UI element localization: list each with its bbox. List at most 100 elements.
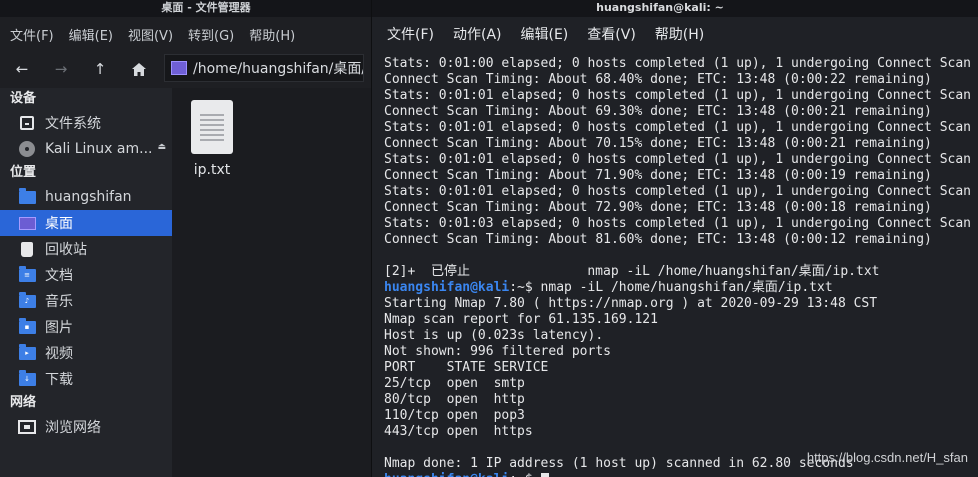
sidebar-item-downloads[interactable]: ↓ 下载 bbox=[0, 366, 172, 392]
music-folder-icon: ♪ bbox=[18, 291, 36, 309]
menu-view[interactable]: 查看(V) bbox=[587, 24, 636, 44]
menu-go[interactable]: 转到(G) bbox=[188, 25, 234, 44]
file-manager-window: 桌面 - 文件管理器 文件(F) 编辑(E) 视图(V) 转到(G) 帮助(H)… bbox=[0, 0, 372, 477]
terminal-line: Stats: 0:01:01 elapsed; 0 hosts complete… bbox=[384, 184, 971, 199]
sidebar-item-label: Kali Linux am... bbox=[45, 141, 153, 157]
sidebar-header-devices: 设备 bbox=[10, 91, 37, 106]
menu-file[interactable]: 文件(F) bbox=[387, 24, 434, 44]
sidebar-item-desktop[interactable]: 桌面 bbox=[0, 210, 172, 236]
sidebar-item-label: 下载 bbox=[45, 372, 73, 388]
terminal-menubar: 文件(F) 动作(A) 编辑(E) 查看(V) 帮助(H) bbox=[372, 17, 978, 51]
downloads-folder-icon: ↓ bbox=[18, 369, 36, 387]
eject-icon[interactable]: ⏏ bbox=[157, 142, 166, 152]
terminal-prompt-line: huangshifan@kali:~$ nmap -iL /home/huang… bbox=[384, 280, 978, 296]
file-manager-menubar: 文件(F) 编辑(E) 视图(V) 转到(G) 帮助(H) bbox=[0, 17, 372, 51]
prompt-user: huangshifan@kali bbox=[384, 472, 509, 477]
sidebar-item-label: 音乐 bbox=[45, 294, 73, 310]
terminal-prompt-line: huangshifan@kali:~$ bbox=[384, 472, 978, 477]
sidebar-item-music[interactable]: ♪ 音乐 bbox=[0, 288, 172, 314]
terminal-line: 25/tcp open smtp bbox=[384, 376, 525, 391]
terminal-line: [2]+ 已停止 nmap -iL /home/huangshifan/桌面/i… bbox=[384, 264, 880, 279]
sidebar-item-label: huangshifan bbox=[45, 189, 132, 205]
terminal-cursor bbox=[540, 472, 549, 477]
documents-folder-icon: ≡ bbox=[18, 265, 36, 283]
menu-view[interactable]: 视图(V) bbox=[128, 25, 173, 44]
sidebar-item-label: 文档 bbox=[45, 268, 73, 284]
sidebar-item-label: 图片 bbox=[45, 320, 73, 336]
sidebar-item-browse-network[interactable]: 浏览网络 bbox=[0, 414, 172, 440]
sidebar-item-pictures[interactable]: ▪ 图片 bbox=[0, 314, 172, 340]
text-file-icon bbox=[191, 100, 233, 154]
home-icon bbox=[132, 62, 146, 76]
prompt-user: huangshifan@kali bbox=[384, 280, 510, 295]
menu-help[interactable]: 帮助(H) bbox=[655, 24, 704, 44]
prompt-path: :~$ bbox=[509, 280, 533, 295]
sidebar-item-home[interactable]: huangshifan bbox=[0, 184, 172, 210]
terminal-line: 110/tcp open pop3 bbox=[384, 408, 525, 423]
terminal-line: Connect Scan Timing: About 71.90% done; … bbox=[384, 168, 932, 183]
disc-icon bbox=[18, 141, 36, 157]
terminal-titlebar[interactable]: huangshifan@kali: ~ bbox=[372, 0, 978, 17]
terminal-line: Nmap scan report for 61.135.169.121 bbox=[384, 312, 658, 327]
desktop-folder-icon bbox=[171, 61, 187, 75]
videos-folder-icon: ▸ bbox=[18, 343, 36, 361]
menu-edit[interactable]: 编辑(E) bbox=[521, 24, 569, 44]
terminal-line: Connect Scan Timing: About 68.40% done; … bbox=[384, 72, 932, 87]
terminal-line: Starting Nmap 7.80 ( https://nmap.org ) … bbox=[384, 296, 878, 311]
terminal-line: Stats: 0:01:01 elapsed; 0 hosts complete… bbox=[384, 88, 971, 103]
sidebar-item-label: 浏览网络 bbox=[45, 420, 101, 436]
home-folder-icon bbox=[18, 187, 36, 205]
terminal-line: 443/tcp open https bbox=[384, 424, 533, 439]
terminal-line: Connect Scan Timing: About 70.15% done; … bbox=[384, 136, 932, 151]
file-name: ip.txt bbox=[193, 162, 231, 178]
sidebar-item-trash[interactable]: 回收站 bbox=[0, 236, 172, 262]
up-button[interactable]: ↑ bbox=[86, 55, 114, 83]
sidebar-item-label: 回收站 bbox=[45, 242, 87, 258]
arrow-left-icon: ← bbox=[15, 60, 29, 78]
menu-actions[interactable]: 动作(A) bbox=[453, 24, 502, 44]
sidebar-item-label: 桌面 bbox=[45, 216, 73, 232]
sidebar-item-kali-disc[interactable]: Kali Linux am... ⏏ bbox=[0, 136, 172, 162]
terminal-window: huangshifan@kali: ~ 文件(F) 动作(A) 编辑(E) 查看… bbox=[372, 0, 978, 477]
terminal-line: Stats: 0:01:01 elapsed; 0 hosts complete… bbox=[384, 120, 971, 135]
terminal-line: Host is up (0.023s latency). bbox=[384, 328, 604, 343]
menu-edit[interactable]: 编辑(E) bbox=[69, 25, 113, 44]
network-icon bbox=[18, 419, 36, 435]
desktop-icon bbox=[18, 215, 36, 231]
sidebar-header-places: 位置 bbox=[10, 165, 37, 180]
terminal-output[interactable]: Stats: 0:01:00 elapsed; 0 hosts complete… bbox=[384, 56, 978, 477]
terminal-line: Connect Scan Timing: About 69.30% done; … bbox=[384, 104, 932, 119]
file-view[interactable]: ip.txt bbox=[172, 88, 372, 477]
drive-icon bbox=[18, 115, 36, 131]
file-item[interactable]: ip.txt bbox=[190, 100, 234, 178]
terminal-line: 80/tcp open http bbox=[384, 392, 525, 407]
sidebar-item-label: 视频 bbox=[45, 346, 73, 362]
terminal-line: PORT STATE SERVICE bbox=[384, 360, 549, 375]
pictures-folder-icon: ▪ bbox=[18, 317, 36, 335]
terminal-line: Not shown: 996 filtered ports bbox=[384, 344, 611, 359]
terminal-line: Stats: 0:01:00 elapsed; 0 hosts complete… bbox=[384, 56, 971, 71]
sidebar-item-filesystem[interactable]: 文件系统 bbox=[0, 110, 172, 136]
location-bar[interactable]: /home/huangshifan/桌面/ bbox=[164, 54, 364, 82]
prompt-command: nmap -iL /home/huangshifan/桌面/ip.txt bbox=[532, 280, 833, 295]
forward-button[interactable]: → bbox=[47, 55, 75, 83]
sidebar-item-documents[interactable]: ≡ 文档 bbox=[0, 262, 172, 288]
menu-help[interactable]: 帮助(H) bbox=[249, 25, 295, 44]
terminal-line: Stats: 0:01:01 elapsed; 0 hosts complete… bbox=[384, 152, 971, 167]
back-button[interactable]: ← bbox=[8, 55, 36, 83]
terminal-line: Stats: 0:01:03 elapsed; 0 hosts complete… bbox=[384, 216, 971, 231]
watermark: https://blog.csdn.net/H_sfan bbox=[806, 450, 968, 465]
menu-file[interactable]: 文件(F) bbox=[10, 25, 54, 44]
terminal-title: huangshifan@kali: ~ bbox=[596, 1, 724, 14]
sidebar-item-label: 文件系统 bbox=[45, 116, 101, 132]
prompt-path: :~$ bbox=[509, 472, 532, 477]
sidebar-header-network: 网络 bbox=[10, 395, 37, 410]
file-manager-titlebar[interactable]: 桌面 - 文件管理器 bbox=[0, 0, 372, 17]
file-manager-title: 桌面 - 文件管理器 bbox=[161, 1, 251, 14]
arrow-right-icon: → bbox=[54, 60, 68, 78]
sidebar-item-videos[interactable]: ▸ 视频 bbox=[0, 340, 172, 366]
trash-icon bbox=[18, 241, 36, 257]
terminal-line: Connect Scan Timing: About 81.60% done; … bbox=[384, 232, 932, 247]
home-button[interactable] bbox=[125, 55, 153, 83]
